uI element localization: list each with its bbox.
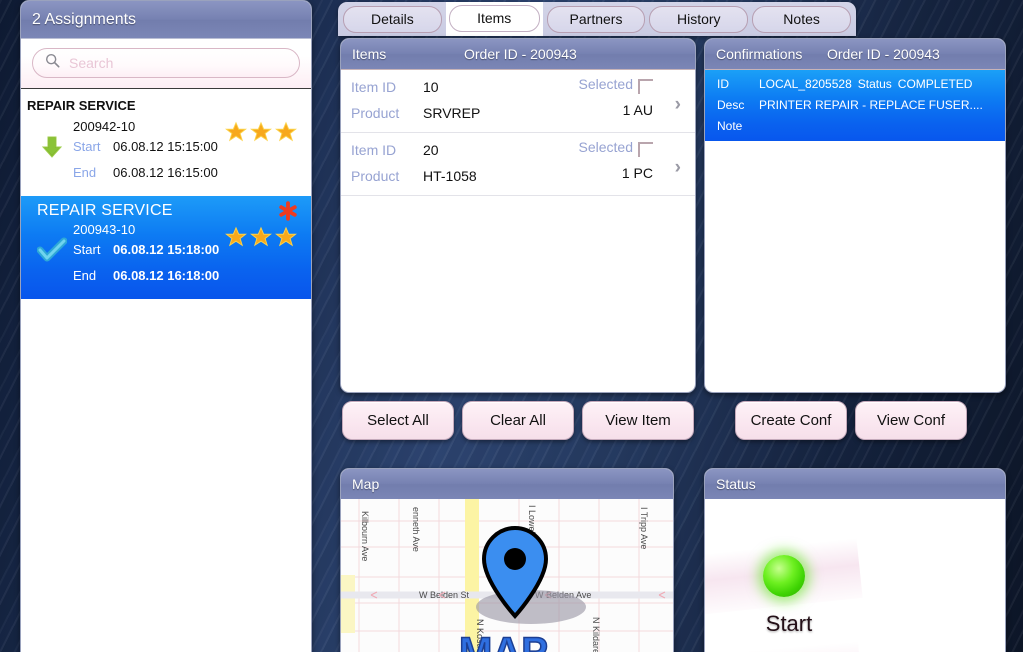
- tab-items[interactable]: Items: [445, 2, 543, 36]
- selected-label: Selected: [578, 76, 633, 92]
- end-label: End: [73, 268, 97, 283]
- assignment-group-title: REPAIR SERVICE: [27, 98, 136, 113]
- end-label: End: [73, 165, 97, 180]
- confirmation-row[interactable]: ID LOCAL_8205528 Status COMPLETED Desc P…: [705, 70, 1005, 141]
- conf-desc-label: Desc: [717, 97, 745, 112]
- search-icon: [45, 53, 60, 73]
- search-zone: [21, 39, 311, 89]
- tab-notes[interactable]: Notes: [752, 5, 851, 33]
- clear-all-button[interactable]: Clear All: [462, 401, 574, 440]
- sidebar-title: 2 Assignments: [32, 10, 137, 28]
- green-led-icon[interactable]: [763, 555, 805, 597]
- items-panel-title: Items: [352, 46, 387, 62]
- items-panel-order-id: Order ID - 200943: [464, 46, 577, 62]
- status-panel-title: Status: [716, 476, 756, 492]
- map-panel-title: Map: [352, 476, 380, 492]
- items-action-buttons: Select All Clear All View Item: [342, 401, 694, 440]
- item-quantity: 1 AU: [622, 102, 653, 118]
- items-panel-header: Items Order ID - 200943: [341, 39, 695, 70]
- table-row[interactable]: Item ID 10 Product SRVREP Selected 1 AU …: [341, 70, 695, 133]
- conf-desc-value: PRINTER REPAIR - REPLACE FUSER....: [759, 97, 983, 112]
- product-label: Product: [351, 168, 400, 184]
- status-panel-header: Status: [705, 469, 1005, 500]
- product-value: HT-1058: [423, 168, 477, 184]
- selected-label: Selected: [578, 139, 633, 155]
- conf-id-label: ID: [717, 76, 729, 91]
- conf-status-value: COMPLETED: [897, 76, 973, 91]
- end-value: 06.08.12 16:15:00: [113, 165, 218, 180]
- green-down-arrow-icon: [31, 134, 73, 160]
- status-panel: Status Start: [704, 468, 1006, 652]
- tab-items-label: Items: [448, 5, 540, 32]
- search-box[interactable]: [32, 48, 300, 78]
- end-value: 06.08.12 16:18:00: [113, 268, 220, 283]
- assignment-end-row: End 06.08.12 16:15:00: [31, 160, 301, 186]
- start-label: Start: [73, 139, 101, 154]
- table-row[interactable]: Item ID 20 Product HT-1058 Selected 1 PC…: [341, 133, 695, 196]
- assignment-item-200942[interactable]: 200942-10 Start 06.08.12 15:15:00 End 06…: [21, 117, 311, 196]
- item-id-value: 20: [423, 142, 439, 158]
- map-graphic: Kilbourn Ave enneth Ave N Kostner A W Be…: [341, 499, 673, 652]
- confirmations-panel-title: Confirmations: [716, 46, 803, 62]
- blue-check-icon: [31, 237, 73, 263]
- tab-partners[interactable]: Partners: [546, 5, 646, 33]
- item-id-label: Item ID: [351, 142, 397, 158]
- tab-history[interactable]: History: [649, 5, 749, 33]
- map-panel-header: Map: [341, 469, 673, 500]
- item-id-value: 10: [423, 79, 439, 95]
- assignment-end-row: End 06.08.12 16:18:00: [31, 263, 301, 289]
- svg-text:N Kildare Av: N Kildare Av: [591, 617, 601, 652]
- svg-text:W Belden St: W Belden St: [419, 590, 470, 600]
- selected-checkbox[interactable]: [638, 79, 653, 94]
- item-quantity: 1 PC: [621, 165, 653, 181]
- start-value: 06.08.12 15:18:00: [113, 242, 220, 257]
- assignment-rating-stars: [225, 121, 297, 143]
- assignments-sidebar: 2 Assignments REPAIR SERVICE 200942-10: [20, 0, 312, 652]
- svg-text:MAP: MAP: [459, 630, 548, 652]
- conf-id-value: LOCAL_8205528: [759, 76, 852, 91]
- status-body: Start: [705, 499, 1005, 652]
- chevron-right-icon[interactable]: ›: [675, 94, 681, 116]
- items-panel: Items Order ID - 200943 Item ID 10 Produ…: [340, 38, 696, 393]
- confirmation-action-buttons: Create Conf View Conf: [735, 401, 967, 440]
- map-canvas[interactable]: Kilbourn Ave enneth Ave N Kostner A W Be…: [341, 499, 673, 652]
- decorative-swoosh-2: [705, 641, 862, 652]
- red-asterisk-icon: [277, 200, 299, 227]
- conf-status-label: Status: [857, 76, 892, 91]
- main-tab-bar: Details Items Partners History Notes: [338, 2, 856, 36]
- selected-checkbox[interactable]: [638, 142, 653, 157]
- search-input[interactable]: [67, 54, 287, 72]
- item-id-label: Item ID: [351, 79, 397, 95]
- assignment-type: REPAIR SERVICE: [37, 202, 173, 219]
- product-label: Product: [351, 105, 400, 121]
- assignment-rating-stars: [225, 226, 297, 248]
- conf-note-label: Note: [717, 118, 743, 133]
- app-root: 2 Assignments REPAIR SERVICE 200942-10: [0, 0, 1023, 652]
- start-value: 06.08.12 15:15:00: [113, 139, 218, 154]
- chevron-right-icon[interactable]: ›: [675, 157, 681, 179]
- svg-text:Kilbourn Ave: Kilbourn Ave: [360, 511, 370, 561]
- sidebar-header: 2 Assignments: [21, 1, 311, 39]
- svg-text:enneth Ave: enneth Ave: [411, 507, 421, 552]
- svg-text:I Tripp Ave: I Tripp Ave: [639, 507, 649, 549]
- start-label: Start: [73, 242, 101, 257]
- map-panel: Map Kilbourn Ave enneth Ave N Kostner A …: [340, 468, 674, 652]
- status-indicator-label: Start: [765, 611, 813, 636]
- product-value: SRVREP: [423, 105, 481, 121]
- view-conf-button[interactable]: View Conf: [855, 401, 967, 440]
- confirmations-panel-header: Confirmations Order ID - 200943: [705, 39, 1005, 70]
- assignment-item-200943[interactable]: REPAIR SERVICE 200943-10 Start 06.08.12 …: [21, 196, 311, 299]
- tab-details[interactable]: Details: [343, 5, 442, 33]
- create-conf-button[interactable]: Create Conf: [735, 401, 847, 440]
- view-item-button[interactable]: View Item: [582, 401, 694, 440]
- select-all-button[interactable]: Select All: [342, 401, 454, 440]
- confirmations-panel: Confirmations Order ID - 200943 ID LOCAL…: [704, 38, 1006, 393]
